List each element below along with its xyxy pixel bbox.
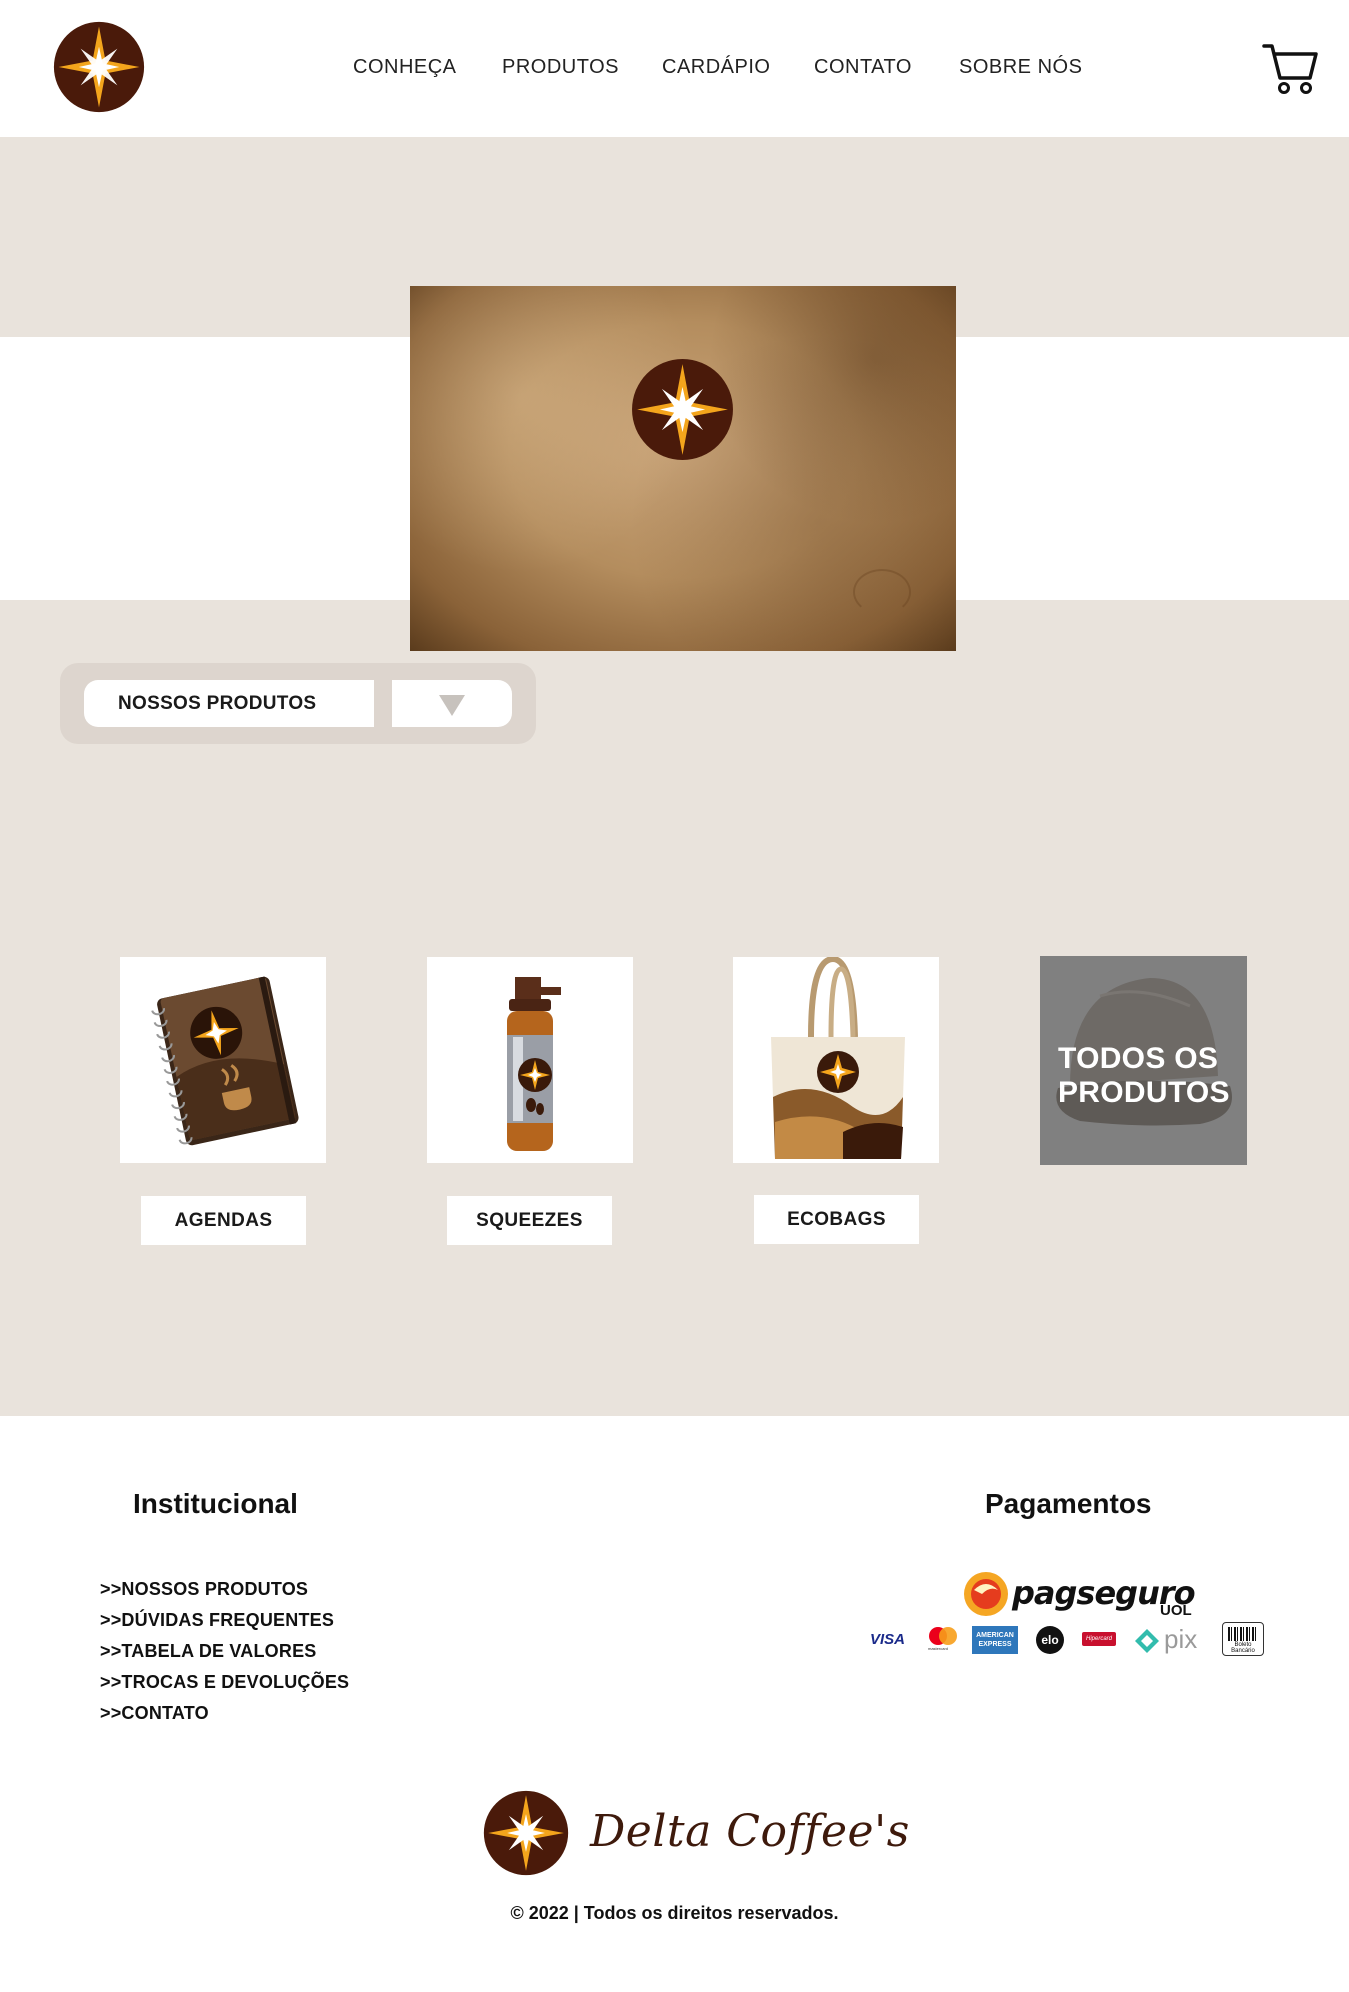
nav-conheca[interactable]: CONHEÇA: [353, 56, 457, 79]
triangle-down-icon: [439, 695, 465, 716]
category-agendas[interactable]: AGENDAS: [141, 1196, 306, 1245]
elo-icon: elo: [1036, 1626, 1064, 1654]
nav-produtos[interactable]: PRODUTOS: [502, 56, 619, 79]
institucional-links: >>NOSSOS PRODUTOS >>DÚVIDAS FREQUENTES >…: [100, 1574, 349, 1729]
shopping-cart-icon[interactable]: [1262, 40, 1320, 96]
dropdown-toggle-button[interactable]: [392, 680, 512, 727]
pagseguro-logo: pagseguro UOL: [962, 1568, 1202, 1620]
footer-link-duvidas[interactable]: >>DÚVIDAS FREQUENTES: [100, 1605, 349, 1636]
copyright: © 2022 | Todos os direitos reservados.: [510, 1903, 839, 1923]
footer-link-contato[interactable]: >>CONTATO: [100, 1698, 349, 1729]
nav-contato[interactable]: CONTATO: [814, 56, 912, 79]
hero-banner-image: [410, 286, 956, 651]
bottle-image[interactable]: [427, 957, 633, 1163]
compass-star-logo: [632, 359, 733, 460]
dropdown-label[interactable]: NOSSOS PRODUTOS: [84, 680, 374, 727]
footer-link-tabela[interactable]: >>TABELA DE VALORES: [100, 1636, 349, 1667]
nav-sobre-nos[interactable]: SOBRE NÓS: [959, 56, 1082, 79]
footer-link-trocas[interactable]: >>TROCAS E DEVOLUÇÕES: [100, 1667, 349, 1698]
notebook-image[interactable]: [120, 957, 326, 1163]
payment-methods: VISA mastercard AMERICAN EXPRESS elo Hip…: [870, 1622, 1266, 1658]
footer-link-nossos-produtos[interactable]: >>NOSSOS PRODUTOS: [100, 1574, 349, 1605]
visa-icon: VISA: [870, 1631, 906, 1648]
category-ecobags[interactable]: ECOBAGS: [754, 1195, 919, 1244]
mastercard-icon: mastercard: [926, 1626, 960, 1654]
boleto-icon: Boleto Bancário: [1222, 1622, 1264, 1656]
compass-star-logo: [483, 1790, 569, 1876]
hipercard-icon: Hipercard: [1082, 1632, 1116, 1646]
amex-icon: AMERICAN EXPRESS: [972, 1626, 1018, 1654]
category-squeezes[interactable]: SQUEEZES: [447, 1196, 612, 1245]
pagamentos-title: Pagamentos: [985, 1488, 1152, 1519]
pix-icon: pix: [1134, 1624, 1214, 1654]
header: CONHEÇA PRODUTOS CARDÁPIO CONTATO SOBRE …: [0, 0, 1349, 137]
pagseguro-uol: UOL: [1160, 1602, 1192, 1619]
nav-cardapio[interactable]: CARDÁPIO: [662, 56, 770, 79]
main-nav: CONHEÇA PRODUTOS CARDÁPIO CONTATO SOBRE …: [0, 56, 1349, 80]
brand-name: Delta Coffee's: [590, 1806, 910, 1857]
products-dropdown[interactable]: NOSSOS PRODUTOS: [60, 663, 536, 744]
all-products-card[interactable]: TODOS OS PRODUTOS: [1040, 956, 1247, 1165]
all-products-text[interactable]: TODOS OS PRODUTOS: [1058, 1042, 1230, 1110]
tote-bag-image[interactable]: [733, 957, 939, 1163]
institucional-title: Institucional: [133, 1488, 298, 1519]
